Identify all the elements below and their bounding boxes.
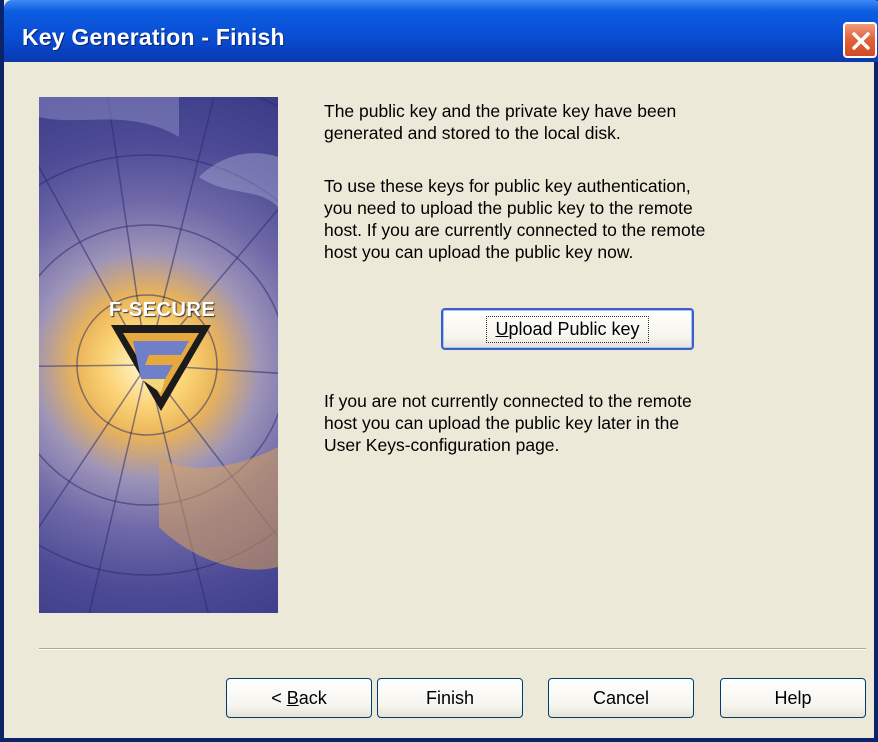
upload-mnemonic: U bbox=[495, 318, 509, 339]
window-title: Key Generation - Finish bbox=[22, 24, 285, 50]
upload-label-rest: pload Public key bbox=[508, 318, 640, 339]
message-line: To use these keys for public key authent… bbox=[324, 176, 691, 196]
close-button[interactable] bbox=[843, 22, 877, 58]
message-line: you need to upload the public key to the… bbox=[324, 198, 693, 218]
cancel-button[interactable]: Cancel bbox=[548, 678, 694, 718]
finish-button[interactable]: Finish bbox=[377, 678, 523, 718]
message-line: host. If you are currently connected to … bbox=[324, 220, 706, 240]
upload-button-label: Upload Public key bbox=[486, 315, 649, 343]
close-icon bbox=[852, 32, 870, 50]
back-mnemonic: B bbox=[286, 687, 299, 708]
f-secure-logo-text: F-SECURE bbox=[109, 299, 216, 321]
message-line: If you are not currently connected to th… bbox=[324, 391, 692, 411]
message-line: User Keys-configuration page. bbox=[324, 435, 560, 455]
dialog-window: Key Generation - Finish F-SECURE The pub… bbox=[0, 0, 878, 742]
f-secure-side-image: F-SECURE bbox=[39, 97, 278, 613]
title-bar[interactable]: Key Generation - Finish bbox=[4, 0, 878, 62]
message-line: host you can upload the public key now. bbox=[324, 242, 634, 262]
back-label-rest: ack bbox=[298, 687, 327, 708]
message-line: generated and stored to the local disk. bbox=[324, 123, 621, 143]
f-secure-logo-icon bbox=[111, 325, 211, 411]
later-upload-message: If you are not currently connected to th… bbox=[324, 390, 824, 456]
upload-public-key-button[interactable]: Upload Public key bbox=[441, 308, 694, 350]
back-arrow: < bbox=[271, 687, 287, 708]
back-label: < Back bbox=[271, 688, 327, 709]
help-button[interactable]: Help bbox=[720, 678, 866, 718]
key-generated-message: The public key and the private key have … bbox=[324, 100, 824, 144]
upload-instructions: To use these keys for public key authent… bbox=[324, 175, 824, 263]
back-button[interactable]: < Back bbox=[226, 678, 372, 718]
message-line: The public key and the private key have … bbox=[324, 101, 677, 121]
button-separator bbox=[39, 648, 866, 650]
message-line: host you can upload the public key later… bbox=[324, 413, 680, 433]
